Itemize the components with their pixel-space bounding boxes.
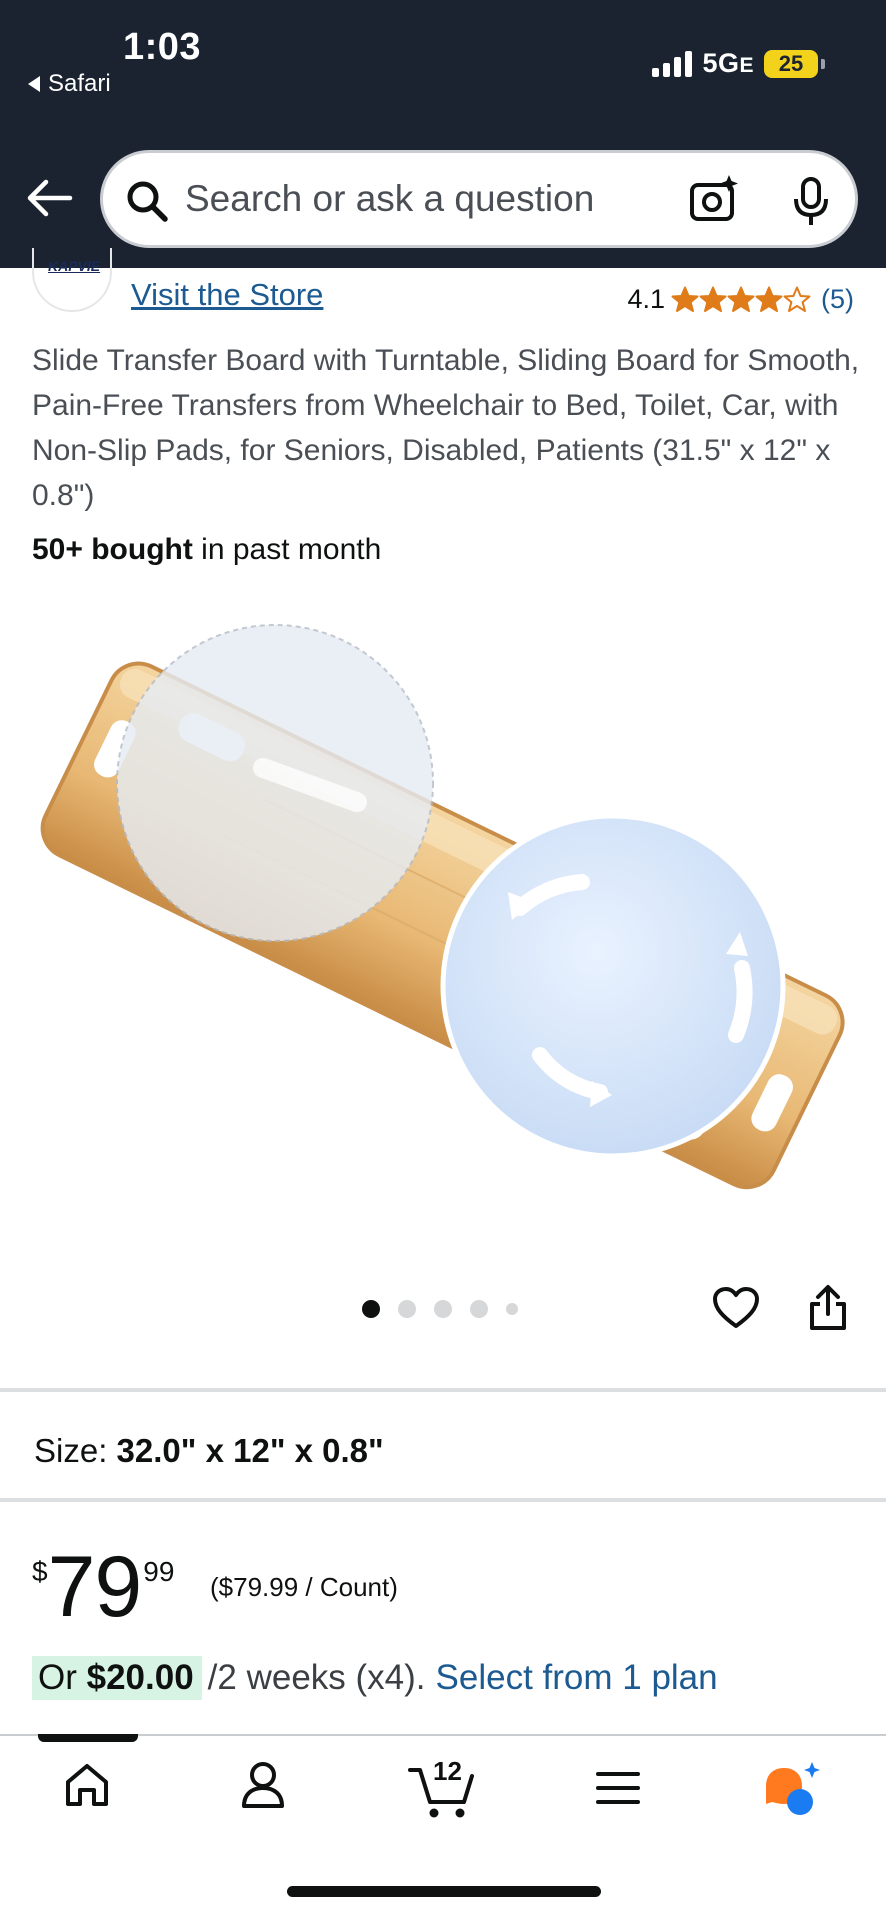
purchase-count: 50+ bought in past month [32,533,382,566]
section-divider [0,1498,886,1502]
star-icon [699,286,727,312]
price-currency: $ [32,1556,48,1587]
camera-lens-icon[interactable] [689,175,739,225]
cart-icon[interactable] [408,1764,476,1820]
carousel-dot[interactable] [398,1300,416,1318]
price-fraction: 99 [143,1556,175,1587]
star-icon [755,286,783,312]
carousel-dot[interactable] [434,1300,452,1318]
brand-logo[interactable]: KAPVIE [32,248,112,312]
signal-icon [652,50,693,77]
active-tab-indicator [38,1734,138,1742]
carousel-dot[interactable] [362,1300,380,1318]
microphone-icon[interactable] [791,175,831,229]
product-image[interactable] [0,590,886,1240]
rufus-assistant-icon[interactable] [762,1762,824,1818]
carousel-dot[interactable] [470,1300,488,1318]
status-indicators: 5GE 25 [652,48,825,79]
back-app-label: Safari [48,70,111,97]
account-icon[interactable] [240,1760,286,1810]
star-icon [783,286,811,312]
select-plan-link[interactable]: Select from 1 plan [436,1658,718,1698]
back-triangle-icon [28,76,40,92]
star-icon [671,286,699,312]
section-divider [0,1388,886,1392]
heart-icon[interactable] [712,1286,760,1330]
price-whole: 79 [47,1539,143,1635]
installment-offer: Or $20.00 /2 weeks (x4). Select from 1 p… [32,1656,718,1700]
search-input[interactable] [185,171,645,227]
unit-price: ($79.99 / Count) [210,1572,398,1602]
image-carousel-dots[interactable] [362,1300,518,1318]
share-icon[interactable] [808,1284,848,1332]
product-title: Slide Transfer Board with Turntable, Sli… [32,344,860,512]
top-header: 1:03 Safari 5GE 25 [0,0,886,268]
star-icon [727,286,755,312]
rating-count: (5) [821,284,854,314]
size-selector[interactable]: Size: 32.0" x 12" x 0.8" [34,1432,384,1470]
installment-terms: /2 weeks (x4). [207,1658,426,1697]
price: $ 79 99 [32,1544,174,1630]
size-value: 32.0" x 12" x 0.8" [116,1432,384,1469]
battery-icon: 25 [764,49,825,78]
carousel-dot[interactable] [506,1303,518,1315]
rating-summary[interactable]: 4.1 (5) [627,284,854,315]
search-icon [127,181,168,222]
menu-icon[interactable] [596,1770,640,1806]
rating-value: 4.1 [627,284,665,314]
visit-store-link[interactable]: Visit the Store [131,277,323,313]
network-type: 5GE [702,48,754,78]
back-to-safari[interactable]: Safari [28,70,111,98]
status-time: 1:03 [123,26,202,68]
home-icon[interactable] [62,1760,112,1810]
size-label: Size: [34,1432,108,1469]
installment-amount: Or $20.00 [32,1656,202,1700]
search-bar[interactable] [100,150,858,248]
back-arrow-icon[interactable] [26,178,74,218]
home-indicator [287,1886,601,1897]
star-rating-icon [671,286,811,312]
